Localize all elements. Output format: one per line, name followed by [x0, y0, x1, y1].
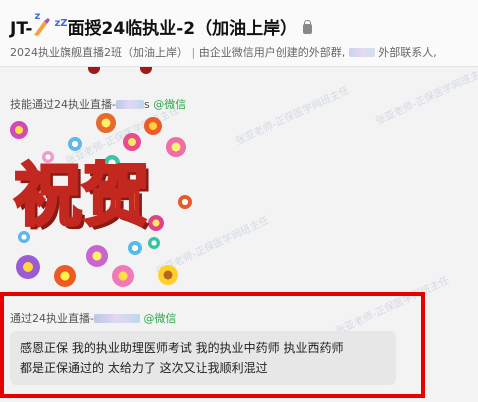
- chat-header: JT-z zZ面授24临执业-2（加油上岸） 2024执业旗舰直播2班（加油上岸）…: [0, 0, 478, 67]
- watermark-text: 张亚老师-正保医学网班主任: [234, 85, 351, 148]
- blurred-name: [93, 314, 140, 323]
- group-title[interactable]: JT-z zZ面授24临执业-2（加油上岸）: [10, 11, 313, 39]
- watermark-text: 张亚老师-正保医学网班主任: [374, 65, 478, 128]
- sleep-emoji-icon: z: [32, 11, 54, 37]
- flower-icon: [178, 195, 192, 209]
- flower-icon: [123, 133, 141, 151]
- flower-icon: [10, 121, 28, 139]
- blurred-avatar: [348, 48, 375, 57]
- flower-icon: [128, 241, 142, 255]
- sticker-text: 祝贺: [12, 157, 151, 236]
- group-subtitle: 2024执业旗舰直播2班（加油上岸） | 由企业微信用户创建的外部群, 外部联系…: [10, 46, 437, 59]
- blurred-name: [115, 100, 144, 109]
- flower-icon: [144, 117, 162, 135]
- flower-icon: [16, 255, 40, 279]
- flower-icon: [148, 215, 164, 231]
- flower-icon: [68, 137, 82, 151]
- zzz-icon: zZ: [54, 18, 68, 29]
- flower-icon: [54, 265, 76, 287]
- message-sender[interactable]: 通过24执业直播- @微信: [10, 310, 176, 326]
- flower-icon: [96, 113, 116, 133]
- lock-icon: [303, 20, 313, 34]
- flower-icon: [86, 245, 108, 267]
- previous-sticker-fragment: [88, 67, 158, 75]
- flower-icon: [148, 237, 160, 249]
- flower-icon: [166, 137, 186, 157]
- flower-icon: [112, 265, 134, 287]
- message-sender[interactable]: 技能通过24执业直播-s @微信: [10, 96, 186, 112]
- congratulations-sticker[interactable]: 祝贺: [8, 113, 198, 287]
- message-bubble[interactable]: 感恩正保 我的执业助理医师考试 我的执业中药师 执业西药师 都是正保通过的 太给…: [10, 331, 396, 385]
- sunflower-icon: [158, 265, 178, 285]
- message-list[interactable]: 张亚老师-正保医学网班主任 张亚老师-正保医学网班主任 张亚老师-正保医学网班主…: [0, 65, 478, 402]
